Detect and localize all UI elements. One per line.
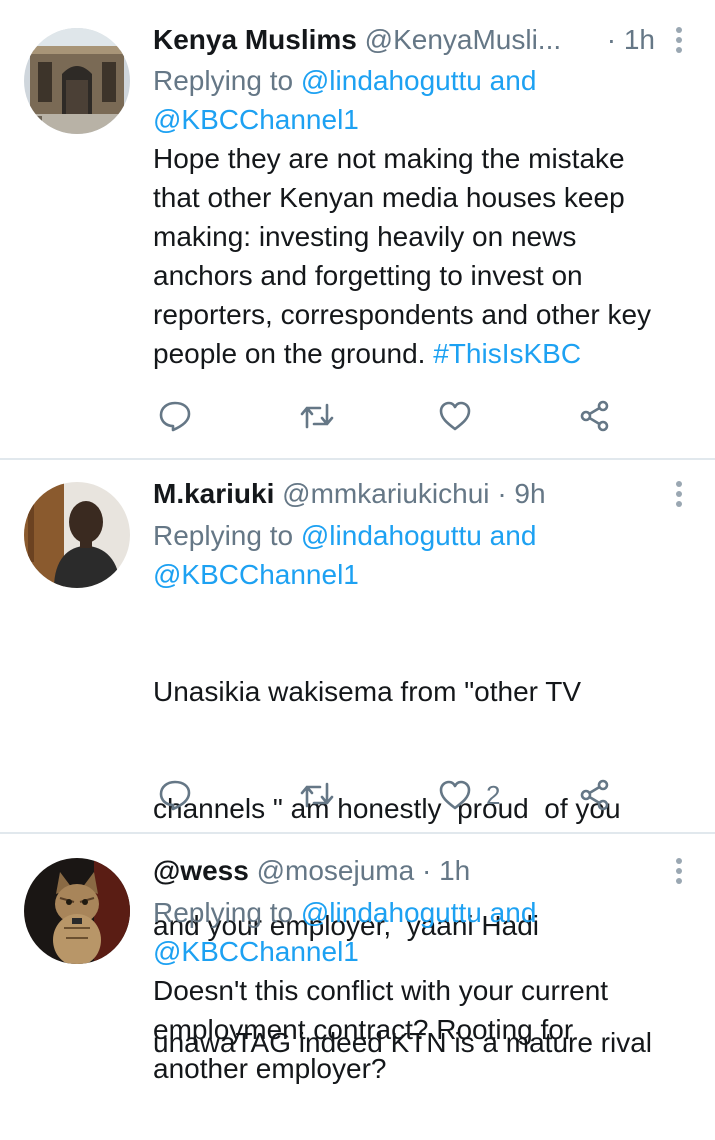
display-name[interactable]: Kenya Muslims xyxy=(153,24,357,55)
cat-avatar-image xyxy=(24,858,130,964)
tweet-text-line: that other Kenyan media houses keep xyxy=(153,182,625,213)
mention-and[interactable]: and xyxy=(482,520,537,551)
tweet-text-line: Hope they are not making the mistake xyxy=(153,143,625,174)
tweet[interactable]: Kenya Muslims @KenyaMusli... · 1h Replyi… xyxy=(0,0,715,460)
retweet-button[interactable] xyxy=(298,772,336,818)
display-name[interactable]: M.kariuki xyxy=(153,478,274,509)
user-handle[interactable]: @mmkariukichui xyxy=(282,478,489,509)
mention-link[interactable]: @lindahoguttu xyxy=(301,897,482,928)
tweet-feed: Kenya Muslims @KenyaMusli... · 1h Replyi… xyxy=(0,0,715,1090)
replying-to: Replying to @lindahoguttu and xyxy=(153,516,695,555)
share-button[interactable] xyxy=(578,393,612,439)
replying-to: Replying to @lindahoguttu and xyxy=(153,893,695,932)
reply-icon xyxy=(159,780,191,811)
avatar[interactable] xyxy=(24,28,130,134)
timestamp[interactable]: · 1h xyxy=(422,855,470,886)
timestamp[interactable]: · 9h xyxy=(497,478,545,509)
mention-link[interactable]: @KBCChannel1 xyxy=(153,555,695,594)
tweet[interactable]: M.kariuki @mmkariukichui · 9h Replying t… xyxy=(0,460,715,1058)
mention-link[interactable]: @lindahoguttu xyxy=(301,65,482,96)
avatar[interactable] xyxy=(24,482,130,588)
retweet-icon xyxy=(300,403,334,429)
avatar[interactable] xyxy=(24,858,130,964)
tweet-text-fragment: people on the ground. xyxy=(153,338,434,369)
retweet-button[interactable] xyxy=(298,393,336,439)
tweet-actions: 2 xyxy=(150,772,630,818)
user-handle[interactable]: @KenyaMusli... xyxy=(365,24,562,55)
tweet-text-line: Unasikia wakisema from "other TV xyxy=(153,676,582,707)
tweet-text-line: Doesn't this conflict with your current xyxy=(153,975,609,1006)
more-icon[interactable] xyxy=(664,20,694,60)
mention-link[interactable]: @KBCChannel1 xyxy=(153,932,695,971)
tweet[interactable]: @wess @mosejuma · 1h Replying to @lindah… xyxy=(0,834,715,1090)
tweet-text-line: another employer? xyxy=(153,1053,387,1084)
replying-to-label: Replying to xyxy=(153,65,301,96)
share-icon xyxy=(580,400,609,432)
mosque-avatar-image xyxy=(24,28,130,134)
person-avatar-image xyxy=(24,482,130,588)
mention-and[interactable]: and xyxy=(482,897,537,928)
timestamp[interactable]: · 1h xyxy=(607,20,655,60)
tweet-actions xyxy=(150,393,630,439)
mention-and[interactable]: and xyxy=(482,65,537,96)
reply-button[interactable] xyxy=(158,772,192,818)
replying-to-label: Replying to xyxy=(153,520,301,551)
tweet-header: Kenya Muslims @KenyaMusli... · 1h xyxy=(153,20,655,60)
tweet-text-line: anchors and forgetting to invest on xyxy=(153,260,583,291)
tweet-header: M.kariuki @mmkariukichui · 9h xyxy=(153,474,655,514)
like-button[interactable] xyxy=(438,393,486,439)
display-name[interactable]: @wess xyxy=(153,855,249,886)
reply-button[interactable] xyxy=(158,393,192,439)
reply-icon xyxy=(159,401,191,432)
retweet-icon xyxy=(300,782,334,808)
mention-link[interactable]: @lindahoguttu xyxy=(301,520,482,551)
replying-to: Replying to @lindahoguttu and xyxy=(153,61,695,100)
tweet-text-line: reporters, correspondents and other key xyxy=(153,299,652,330)
tweet-body: Replying to @lindahoguttu and @KBCChanne… xyxy=(153,893,695,1088)
like-icon xyxy=(439,780,471,810)
tweet-body: Replying to @lindahoguttu and @KBCChanne… xyxy=(153,61,695,373)
user-handle[interactable]: @mosejuma xyxy=(257,855,415,886)
tweet-text-line-last: people on the ground. #ThisIsKBC xyxy=(153,334,695,373)
like-icon xyxy=(439,401,471,431)
tweet-header: @wess @mosejuma · 1h xyxy=(153,851,655,891)
tweet-text: Doesn't this conflict with your current … xyxy=(153,971,695,1088)
more-icon[interactable] xyxy=(664,851,694,891)
hashtag-link[interactable]: #ThisIsKBC xyxy=(433,338,581,369)
tweet-text: Hope they are not making the mistake tha… xyxy=(153,139,695,373)
mention-link[interactable]: @KBCChannel1 xyxy=(153,100,695,139)
tweet-text-line: making: investing heavily on news xyxy=(153,221,577,252)
replying-to-label: Replying to xyxy=(153,897,301,928)
like-button[interactable]: 2 xyxy=(438,772,500,818)
like-count: 2 xyxy=(486,779,501,810)
more-icon[interactable] xyxy=(664,474,694,514)
share-button[interactable] xyxy=(578,772,612,818)
share-icon xyxy=(580,779,609,811)
tweet-text-line: employment contract? Rooting for xyxy=(153,1014,574,1045)
